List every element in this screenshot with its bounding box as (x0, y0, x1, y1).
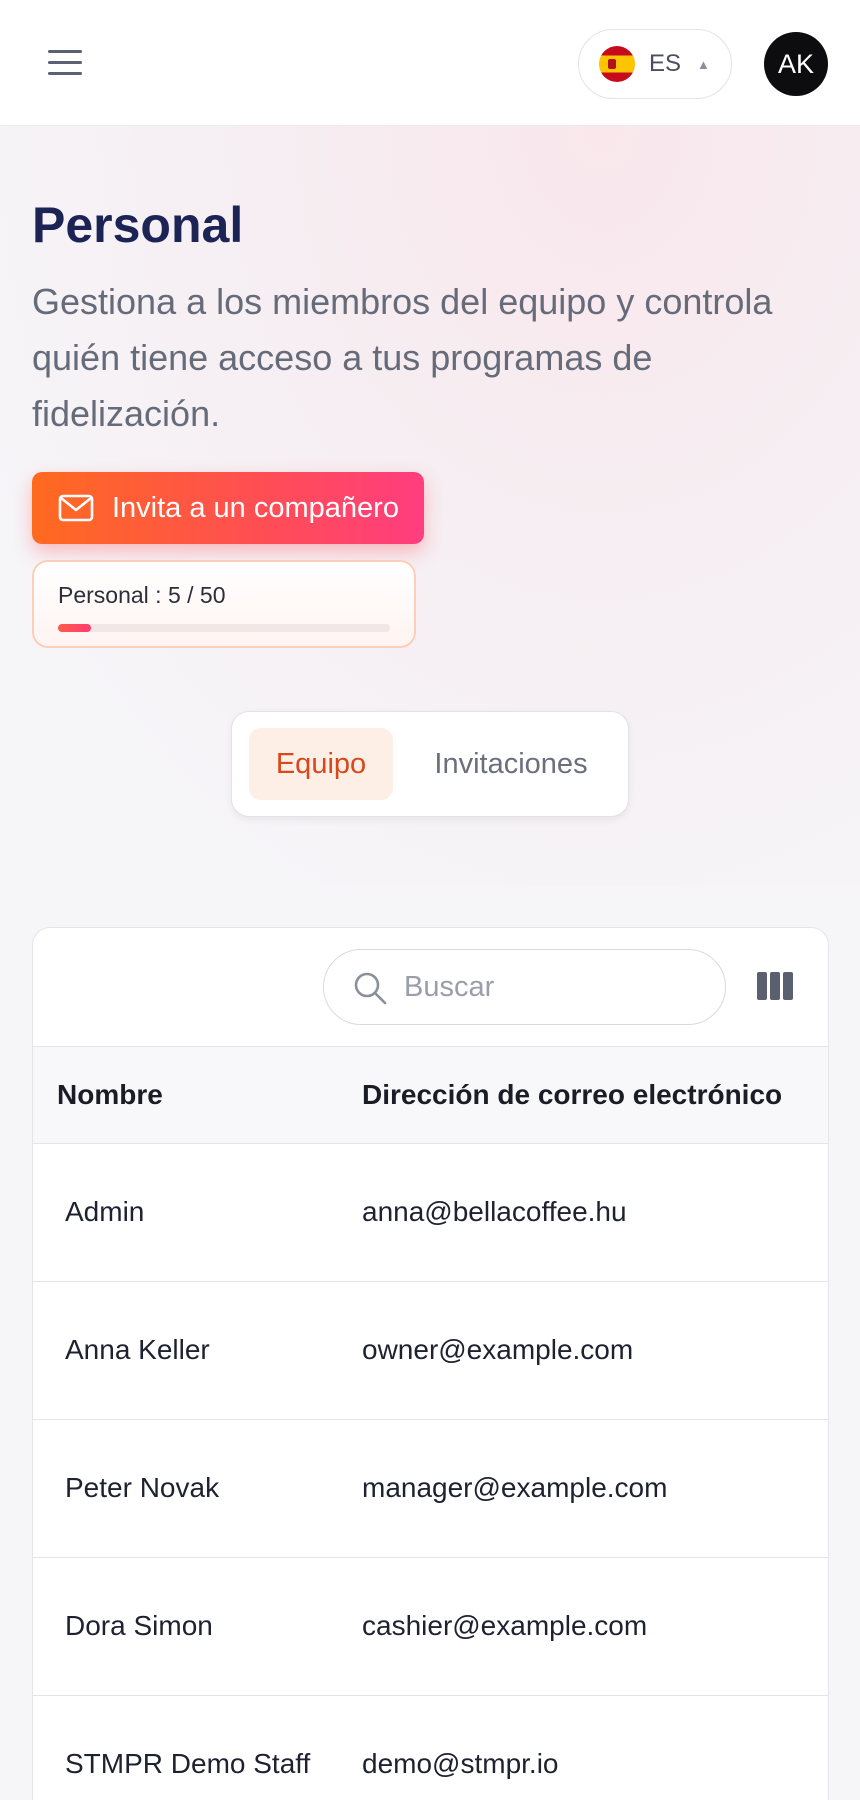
staff-quota-progress (58, 624, 390, 632)
row-name: Dora Simon (65, 1610, 213, 1641)
table-header: Nombre Dirección de correo electrónico (33, 1046, 828, 1144)
search-box (323, 949, 726, 1025)
menu-icon[interactable] (46, 48, 86, 78)
tab-equipo[interactable]: Equipo (249, 728, 393, 800)
column-header-email[interactable]: Dirección de correo electrónico (362, 1079, 782, 1111)
invite-button-label: Invita a un compañero (112, 491, 399, 524)
column-header-name[interactable]: Nombre (57, 1079, 163, 1111)
row-email: owner@example.com (362, 1334, 634, 1365)
row-name: Admin (65, 1196, 145, 1227)
chevron-up-icon: ▲ (697, 56, 710, 72)
staff-table-card: Nombre Dirección de correo electrónico A… (32, 927, 829, 1800)
tab-invitaciones[interactable]: Invitaciones (406, 728, 616, 800)
table-row[interactable]: Anna Keller owner@example.com (33, 1282, 828, 1420)
search-input[interactable] (404, 964, 704, 1010)
table-row[interactable]: Admin anna@bellacoffee.hu (33, 1144, 828, 1282)
user-avatar[interactable]: AK (764, 32, 828, 96)
row-email: manager@example.com (362, 1472, 668, 1503)
table-row[interactable]: STMPR Demo Staff demo@stmpr.io (33, 1696, 828, 1800)
row-email: cashier@example.com (362, 1610, 648, 1641)
spain-flag-icon (599, 46, 635, 82)
top-bar: ES ▲ AK (0, 0, 860, 126)
table-row[interactable]: Dora Simon cashier@example.com (33, 1558, 828, 1696)
staff-quota-card: Personal : 5 / 50 (32, 560, 416, 648)
row-name: Peter Novak (65, 1472, 220, 1503)
row-email: demo@stmpr.io (362, 1748, 559, 1779)
row-name: STMPR Demo Staff (65, 1748, 311, 1779)
tab-bar: Equipo Invitaciones (231, 711, 629, 817)
invite-colleague-button[interactable]: Invita a un compañero (32, 472, 424, 544)
language-code: ES (649, 50, 682, 77)
language-selector[interactable]: ES ▲ (578, 29, 732, 99)
page-description: Gestiona a los miembros del equipo y con… (32, 281, 773, 434)
staff-quota-label: Personal : 5 / 50 (58, 582, 226, 608)
search-icon (354, 972, 387, 1005)
table-row[interactable]: Peter Novak manager@example.com (33, 1420, 828, 1558)
row-email: anna@bellacoffee.hu (362, 1196, 627, 1227)
row-name: Anna Keller (65, 1334, 210, 1365)
columns-icon[interactable] (757, 972, 793, 1000)
staff-quota-progress-fill (58, 624, 92, 632)
mail-icon (58, 494, 94, 522)
page-title: Personal (32, 197, 244, 253)
